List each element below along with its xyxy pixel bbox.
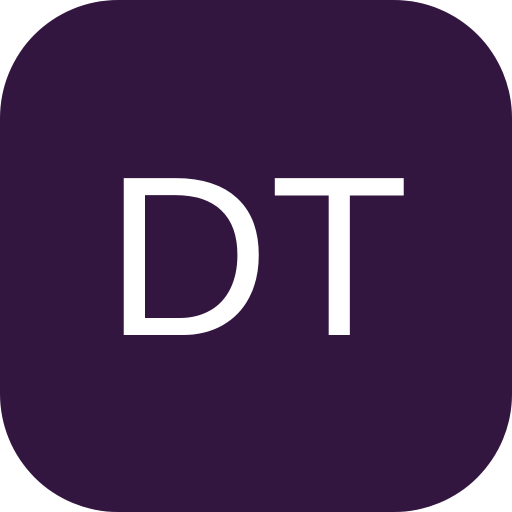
avatar-initials: DT <box>105 130 409 384</box>
initials-avatar-icon: DT <box>0 0 512 512</box>
